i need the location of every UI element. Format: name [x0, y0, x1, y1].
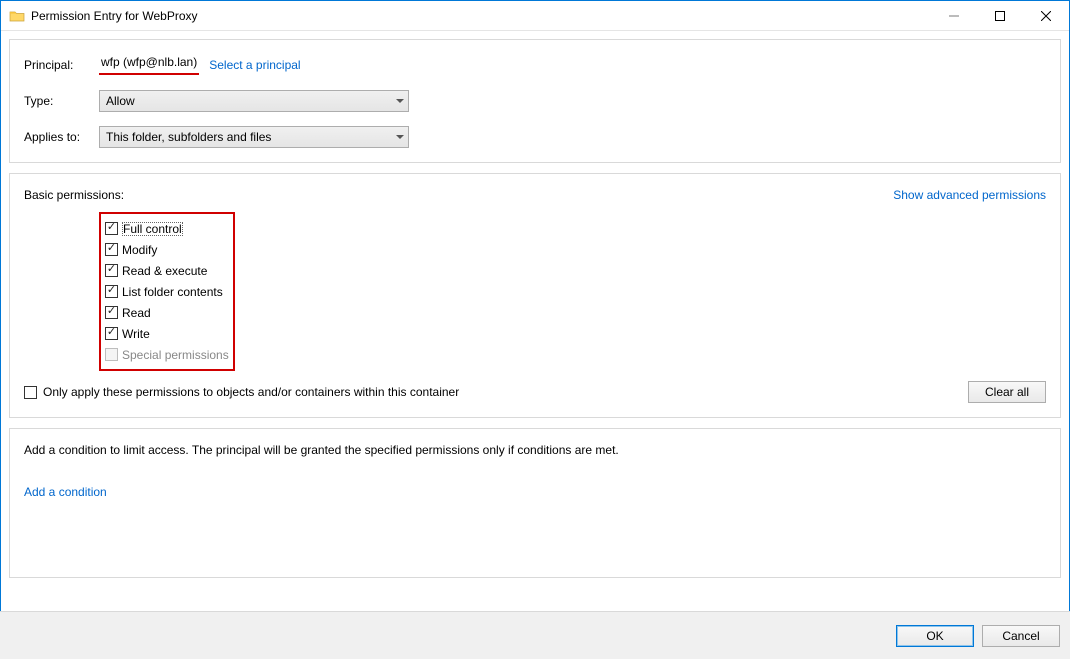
titlebar: Permission Entry for WebProxy — [1, 1, 1069, 31]
applies-to-combo[interactable]: This folder, subfolders and files — [99, 126, 409, 148]
ok-button[interactable]: OK — [896, 625, 974, 647]
only-apply-label: Only apply these permissions to objects … — [43, 385, 459, 399]
window-title: Permission Entry for WebProxy — [31, 9, 198, 23]
full-control-checkbox[interactable] — [105, 222, 118, 235]
type-label: Type: — [24, 94, 99, 108]
principal-value: wfp (wfp@nlb.lan) — [99, 55, 199, 75]
read-label: Read — [122, 306, 151, 320]
write-checkbox[interactable] — [105, 327, 118, 340]
type-combo[interactable]: Allow — [99, 90, 409, 112]
condition-panel: Add a condition to limit access. The pri… — [9, 428, 1061, 578]
full-control-label: Full control — [122, 222, 183, 236]
read-execute-checkbox[interactable] — [105, 264, 118, 277]
dialog-footer: OK Cancel — [0, 611, 1070, 659]
applies-to-combo-value: This folder, subfolders and files — [106, 130, 271, 144]
select-principal-link[interactable]: Select a principal — [209, 58, 300, 72]
list-folder-label: List folder contents — [122, 285, 223, 299]
ok-label: OK — [926, 629, 943, 643]
basic-permissions-label: Basic permissions: — [24, 188, 124, 202]
special-permissions-label: Special permissions — [122, 348, 229, 362]
minimize-button[interactable] — [931, 1, 977, 31]
principal-label: Principal: — [24, 58, 99, 72]
principal-panel: Principal: wfp (wfp@nlb.lan) Select a pr… — [9, 39, 1061, 163]
maximize-button[interactable] — [977, 1, 1023, 31]
permissions-list: Full control Modify Read & execute List … — [99, 212, 235, 371]
cancel-button[interactable]: Cancel — [982, 625, 1060, 647]
write-label: Write — [122, 327, 150, 341]
read-execute-label: Read & execute — [122, 264, 207, 278]
folder-icon — [9, 8, 25, 24]
only-apply-checkbox[interactable] — [24, 386, 37, 399]
permissions-panel: Basic permissions: Show advanced permiss… — [9, 173, 1061, 418]
special-permissions-checkbox — [105, 348, 118, 361]
cancel-label: Cancel — [1002, 629, 1039, 643]
modify-checkbox[interactable] — [105, 243, 118, 256]
chevron-down-icon — [396, 135, 404, 139]
chevron-down-icon — [396, 99, 404, 103]
close-button[interactable] — [1023, 1, 1069, 31]
list-folder-checkbox[interactable] — [105, 285, 118, 298]
clear-all-button[interactable]: Clear all — [968, 381, 1046, 403]
add-condition-link[interactable]: Add a condition — [24, 485, 107, 499]
modify-label: Modify — [122, 243, 157, 257]
clear-all-label: Clear all — [985, 385, 1029, 399]
read-checkbox[interactable] — [105, 306, 118, 319]
type-combo-value: Allow — [106, 94, 135, 108]
applies-to-label: Applies to: — [24, 130, 99, 144]
show-advanced-link[interactable]: Show advanced permissions — [893, 188, 1046, 202]
condition-text: Add a condition to limit access. The pri… — [24, 443, 1046, 457]
